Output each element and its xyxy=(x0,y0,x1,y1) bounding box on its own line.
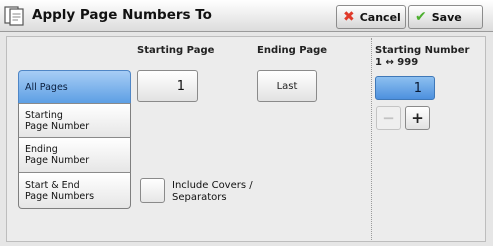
document-pages-icon xyxy=(4,6,24,26)
starting-page-heading: Starting Page xyxy=(137,45,215,56)
ending-page-heading: Ending Page xyxy=(257,45,328,56)
starting-number-value: 1 xyxy=(413,80,422,96)
green-check-icon: ✔ xyxy=(415,9,427,25)
option-ending-page-number[interactable]: Ending Page Number xyxy=(18,137,131,172)
minus-icon: − xyxy=(382,109,395,127)
option-starting-page-number[interactable]: Starting Page Number xyxy=(18,103,131,137)
page-title: Apply Page Numbers To xyxy=(32,7,212,23)
increment-button[interactable]: + xyxy=(405,106,430,130)
starting-page-field[interactable]: 1 xyxy=(137,70,198,102)
ending-page-value: Last xyxy=(276,80,298,92)
red-x-icon: ✖ xyxy=(343,9,355,25)
starting-number-field[interactable]: 1 xyxy=(375,76,435,100)
option-all-pages[interactable]: All Pages xyxy=(18,70,131,103)
title-bar: Apply Page Numbers To ✖ Cancel ✔ Save xyxy=(0,0,493,32)
starting-page-value: 1 xyxy=(176,78,185,94)
decrement-button[interactable]: − xyxy=(376,106,401,130)
save-label: Save xyxy=(431,10,462,24)
cancel-button[interactable]: ✖ Cancel xyxy=(336,5,406,29)
ending-page-button[interactable]: Last xyxy=(257,70,317,102)
starting-number-heading: Starting Number xyxy=(375,45,470,56)
option-start-end-page-numbers[interactable]: Start & End Page Numbers xyxy=(18,172,131,209)
include-covers-label: Include Covers / Separators xyxy=(172,180,253,203)
panel-divider xyxy=(371,38,372,240)
starting-number-range: 1 ↔ 999 xyxy=(375,57,419,68)
plus-icon: + xyxy=(411,109,424,127)
save-button[interactable]: ✔ Save xyxy=(408,5,483,29)
include-covers-checkbox[interactable] xyxy=(140,178,165,203)
cancel-label: Cancel xyxy=(359,10,401,24)
